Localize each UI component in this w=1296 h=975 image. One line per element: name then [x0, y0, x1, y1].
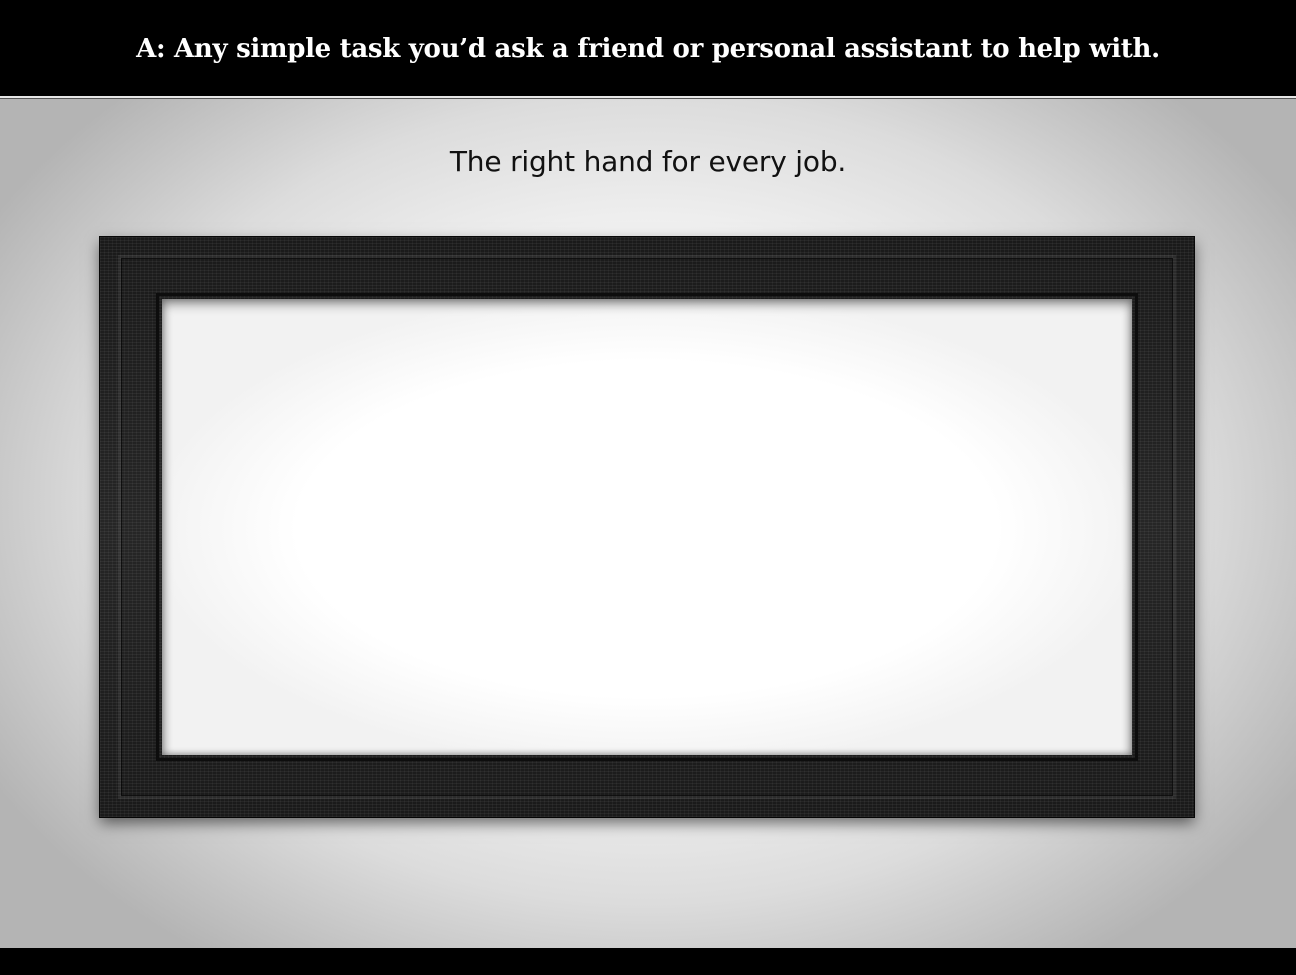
frame-canvas [162, 299, 1132, 755]
slide-subtitle: The right hand for every job. [449, 145, 847, 178]
bottom-bar [0, 948, 1296, 975]
banner-title: A: Any simple task you’d ask a friend or… [136, 34, 1160, 64]
top-banner: A: Any simple task you’d ask a friend or… [0, 0, 1296, 96]
banner-divider-shadow [0, 98, 1296, 99]
picture-frame-icon [100, 237, 1194, 817]
